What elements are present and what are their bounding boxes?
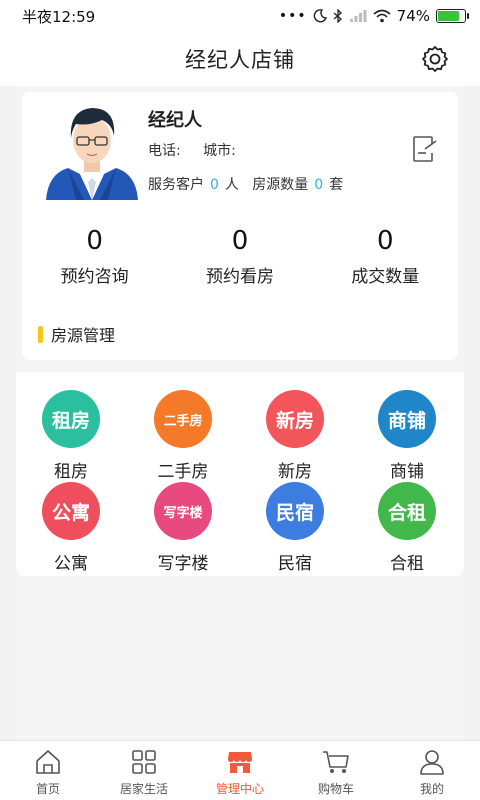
category-apartment[interactable]: 公寓 公寓	[16, 482, 126, 574]
nav-label: 管理中心	[215, 782, 264, 796]
bottom-nav: 首页 居家生活 管理中心 购物车 我的	[0, 740, 480, 800]
moon-icon	[313, 9, 327, 23]
store-icon	[225, 747, 255, 777]
phone-label: 电话:	[148, 143, 181, 159]
nav-home-living[interactable]: 居家生活	[96, 741, 192, 800]
homestay-icon: 民宿	[266, 482, 324, 540]
contact-info: 电话: 城市:	[148, 140, 254, 160]
section-title: 房源管理	[51, 326, 116, 345]
category-panel: 租房 租房 二手房 二手房 新房 新房 商铺 商铺 公寓 公寓 写字楼 写字楼 …	[16, 372, 464, 576]
summary-stats: 0 预约咨询 0 预约看房 0 成交数量	[22, 226, 458, 287]
category-office[interactable]: 写字楼 写字楼	[128, 482, 238, 574]
listings-label: 房源数量	[252, 177, 309, 193]
section-accent-bar	[38, 325, 43, 343]
listings-unit: 套	[329, 177, 344, 193]
office-icon: 写字楼	[154, 482, 212, 540]
summary-deals[interactable]: 0 成交数量	[313, 226, 458, 287]
nav-label: 我的	[419, 782, 444, 796]
category-rent[interactable]: 租房 租房	[16, 390, 126, 482]
category-label: 民宿	[278, 554, 312, 574]
category-label: 商铺	[390, 462, 424, 482]
summary-value: 0	[86, 226, 103, 256]
clients-count: 0	[210, 177, 219, 193]
status-time: 半夜12:59	[22, 7, 96, 26]
user-icon	[417, 747, 447, 777]
nav-label: 首页	[35, 782, 60, 796]
category-homestay[interactable]: 民宿 民宿	[240, 482, 350, 574]
rent-icon: 租房	[42, 390, 100, 448]
summary-value: 0	[377, 226, 394, 256]
category-new-home[interactable]: 新房 新房	[240, 390, 350, 482]
category-shop[interactable]: 商铺 商铺	[352, 390, 462, 482]
agent-name: 经纪人	[148, 110, 202, 131]
category-shared-rent[interactable]: 合租 合租	[352, 482, 462, 574]
summary-value: 0	[231, 226, 249, 256]
bluetooth-icon	[333, 9, 342, 23]
clients-unit: 人	[224, 177, 239, 193]
settings-button[interactable]	[420, 44, 450, 74]
category-label: 合租	[390, 554, 424, 574]
clients-label: 服务客户	[148, 177, 204, 193]
nav-management[interactable]: 管理中心	[192, 741, 288, 800]
section-header: 房源管理	[38, 322, 115, 346]
summary-viewing[interactable]: 0 预约看房	[167, 226, 312, 287]
page-title: 经纪人店铺	[185, 48, 295, 72]
summary-label: 预约看房	[205, 267, 274, 287]
nav-label: 居家生活	[119, 782, 168, 796]
status-bar: 半夜12:59 ••• 74%	[0, 0, 480, 32]
listings-count: 0	[314, 177, 324, 193]
grid-icon	[129, 747, 159, 777]
avatar	[44, 100, 140, 200]
battery-icon	[436, 9, 469, 23]
summary-label: 预约咨询	[60, 267, 129, 287]
new-home-icon: 新房	[266, 390, 324, 448]
nav-home[interactable]: 首页	[0, 741, 96, 800]
signal-icon	[349, 10, 367, 22]
nav-cart[interactable]: 购物车	[288, 741, 384, 800]
edit-profile-button[interactable]	[410, 134, 440, 164]
summary-label: 成交数量	[351, 267, 420, 287]
edit-icon	[413, 136, 437, 162]
category-label: 公寓	[54, 554, 88, 574]
status-icons: ••• 74%	[278, 7, 469, 25]
nav-profile[interactable]: 我的	[384, 741, 480, 800]
gear-icon	[422, 46, 448, 72]
category-label: 租房	[54, 462, 88, 482]
second-hand-icon: 二手房	[154, 390, 212, 448]
category-label: 写字楼	[157, 554, 209, 574]
nav-label: 购物车	[317, 782, 354, 796]
category-label: 新房	[278, 462, 312, 482]
wifi-icon	[373, 9, 391, 23]
summary-consult[interactable]: 0 预约咨询	[22, 226, 167, 287]
city-label: 城市:	[203, 143, 236, 159]
agent-card: 经纪人 电话: 城市: 服务客户 0 人 房源数量 0 套 0 预约咨询 0 预约看房 …	[22, 92, 458, 360]
battery-fill	[438, 11, 459, 21]
category-label: 二手房	[157, 462, 209, 482]
category-second-hand[interactable]: 二手房 二手房	[128, 390, 238, 482]
app-header: 经纪人店铺	[0, 32, 480, 86]
shared-rent-icon: 合租	[378, 482, 436, 540]
cart-icon	[321, 747, 351, 777]
agent-stats: 服务客户 0 人 房源数量 0 套	[148, 174, 343, 194]
apartment-icon: 公寓	[42, 482, 100, 540]
shop-icon: 商铺	[378, 390, 436, 448]
home-icon	[33, 747, 63, 777]
more-dots-icon: •••	[278, 8, 307, 24]
battery-percent: 74%	[396, 7, 430, 25]
